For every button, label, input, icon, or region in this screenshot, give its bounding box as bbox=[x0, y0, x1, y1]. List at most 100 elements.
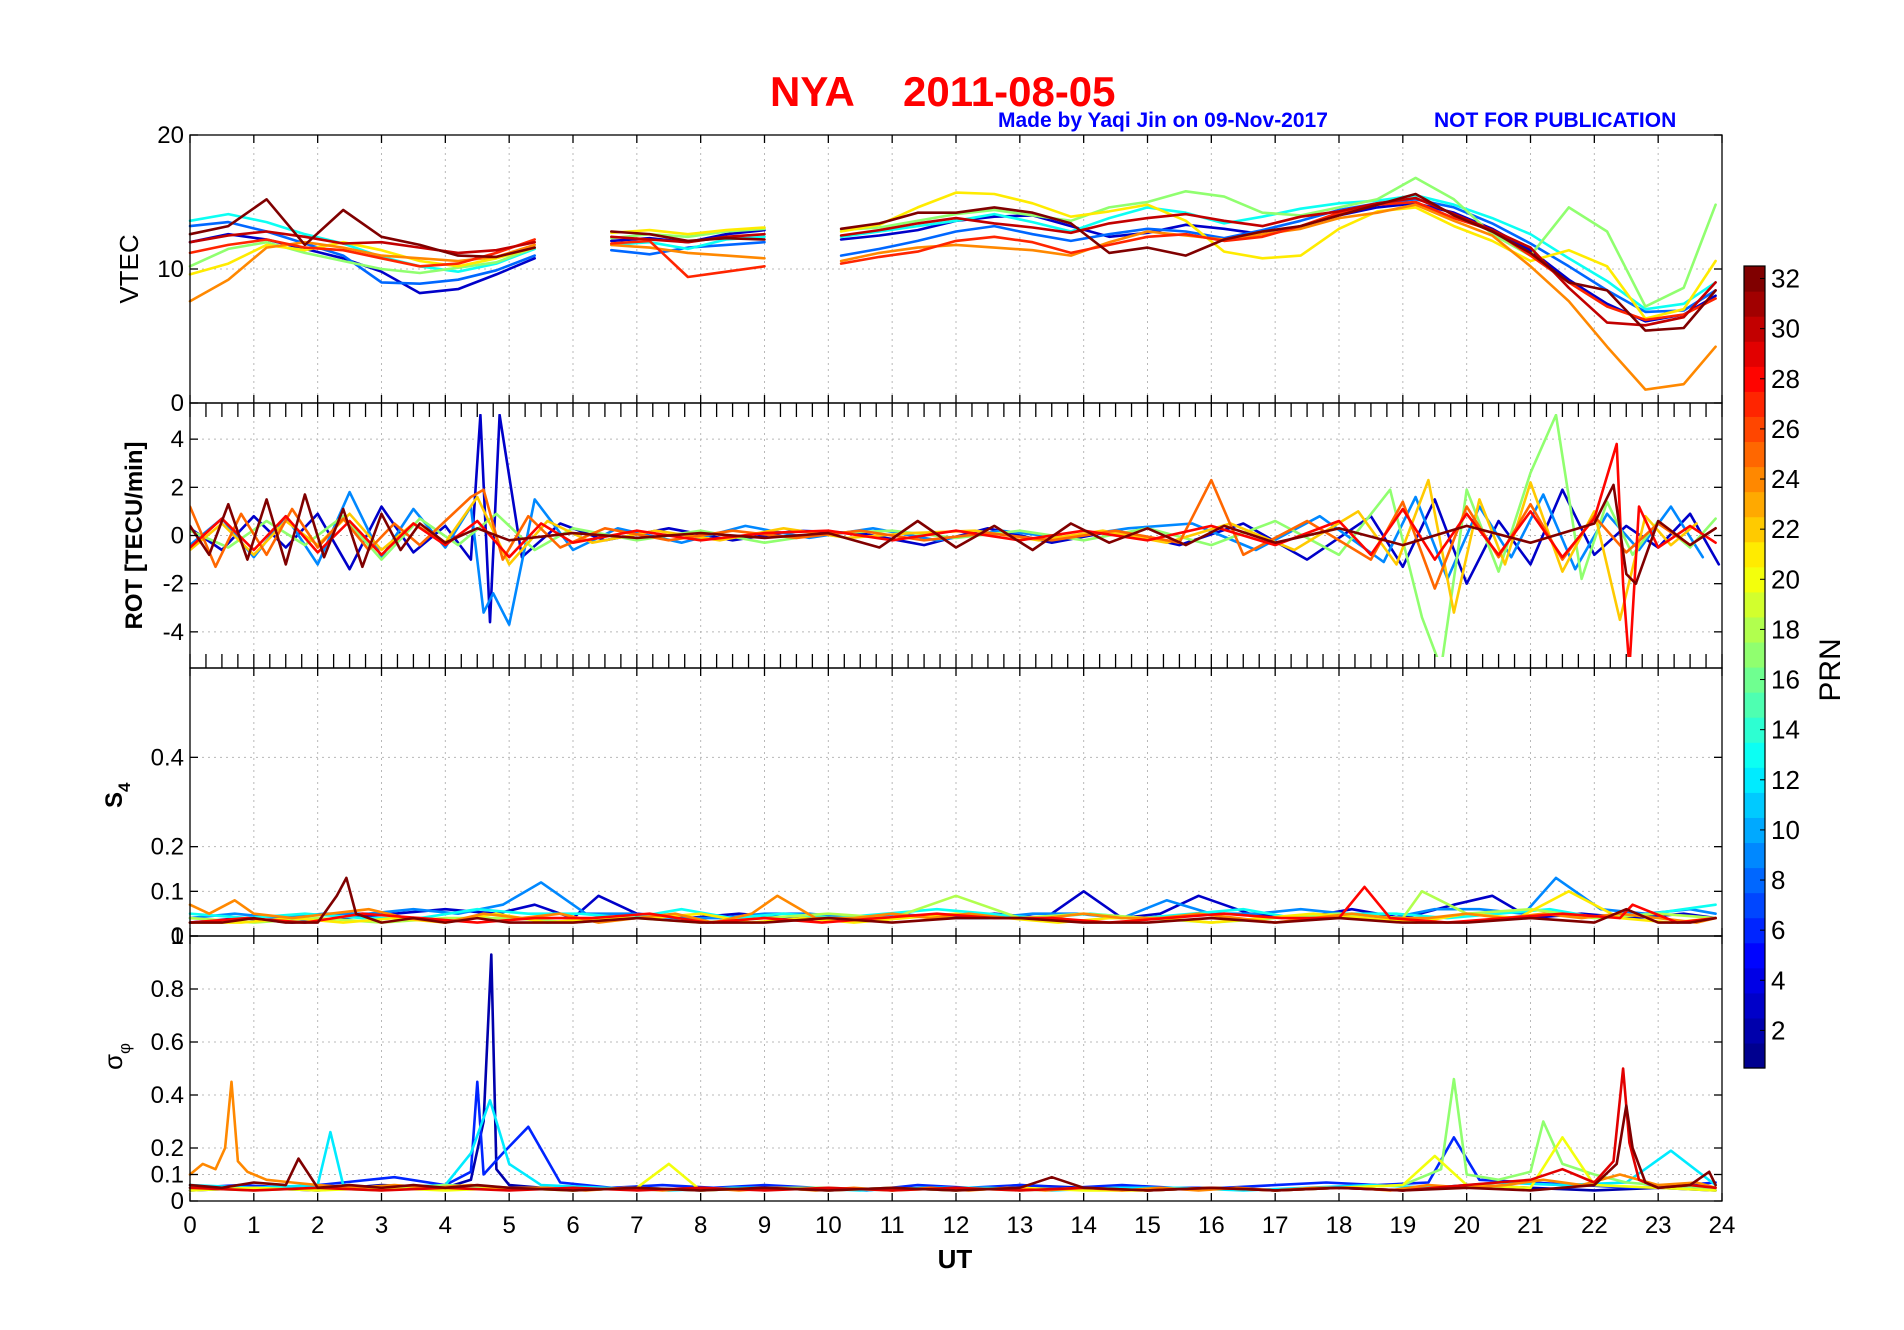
x-tick-label: 8 bbox=[694, 1212, 707, 1239]
colorbar-swatch bbox=[1744, 441, 1765, 468]
x-tick-label: 5 bbox=[502, 1212, 515, 1239]
y-tick-label: 0.4 bbox=[151, 744, 184, 771]
chart-title-date: 2011-08-05 bbox=[903, 68, 1116, 115]
y-tick-label: 4 bbox=[171, 426, 184, 453]
x-tick-label: 19 bbox=[1389, 1212, 1416, 1239]
y-tick-label: 0 bbox=[171, 390, 184, 417]
y-tick-label: 0.8 bbox=[151, 976, 184, 1003]
x-tick-label: 24 bbox=[1709, 1212, 1736, 1239]
chart-figure: NYA 2011-08-05 Made by Yaqi Jin on 09-No… bbox=[98, 68, 1847, 1274]
x-tick-label: 9 bbox=[758, 1212, 771, 1239]
colorbar-tick-label: 14 bbox=[1771, 715, 1800, 745]
chart-title: NYA 2011-08-05 Made by Yaqi Jin on 09-No… bbox=[770, 68, 1676, 132]
colorbar-tick-label: 16 bbox=[1771, 665, 1800, 695]
x-tick-label: 13 bbox=[1006, 1212, 1033, 1239]
series-prn-17 bbox=[188, 1077, 1717, 1192]
chart-notice: NOT FOR PUBLICATION bbox=[1434, 109, 1676, 132]
chart-title-station: NYA bbox=[770, 68, 855, 115]
chart-panels: 01020VTEC-4-2024ROT [TECU/min]00.10.20.4… bbox=[98, 122, 1723, 1215]
series-group bbox=[188, 876, 1717, 924]
colorbar-label: PRN bbox=[1814, 638, 1847, 701]
x-tick-label: 7 bbox=[630, 1212, 643, 1239]
y-axis-label: S4 bbox=[101, 782, 134, 808]
colorbar-tick-label: 12 bbox=[1771, 765, 1800, 795]
series-group bbox=[188, 953, 1717, 1192]
colorbar-swatch bbox=[1744, 942, 1765, 969]
colorbar: PRN 2468101214161820222426283032 bbox=[1743, 264, 1847, 1069]
series-prn-29 bbox=[188, 1067, 1717, 1192]
colorbar-swatch bbox=[1744, 541, 1765, 568]
colorbar-tick-label: 28 bbox=[1771, 364, 1800, 394]
x-tick-label: 1 bbox=[247, 1212, 260, 1239]
y-tick-label: 0.1 bbox=[151, 1162, 184, 1189]
x-tick-label: 20 bbox=[1453, 1212, 1480, 1239]
y-axis-label: σφ bbox=[98, 1043, 134, 1070]
x-tick-label: 21 bbox=[1517, 1212, 1544, 1239]
colorbar-tick-label: 22 bbox=[1771, 514, 1800, 544]
x-tick-label: 6 bbox=[566, 1212, 579, 1239]
x-tick-label: 22 bbox=[1581, 1212, 1608, 1239]
colorbar-swatch bbox=[1744, 692, 1765, 718]
colorbar-tick-label: 20 bbox=[1771, 564, 1800, 594]
y-tick-label: 0.2 bbox=[151, 834, 184, 861]
series-group bbox=[190, 414, 1721, 657]
series-group bbox=[188, 176, 1717, 391]
panel-2: -4 -2 0 2 4 ROT [TECU/min] bbox=[121, 402, 1723, 669]
colorbar-swatch bbox=[1744, 992, 1765, 1019]
y-tick-label: -2 bbox=[163, 571, 184, 598]
x-tick-label: 11 bbox=[880, 1212, 905, 1239]
x-tick-label: 16 bbox=[1198, 1212, 1225, 1239]
x-tick-label: 0 bbox=[183, 1212, 196, 1239]
y-tick-label: 0.2 bbox=[151, 1135, 184, 1162]
y-tick-label: 0 bbox=[171, 523, 184, 550]
colorbar-tick-label: 8 bbox=[1771, 865, 1785, 895]
series-prn-2 bbox=[188, 953, 1717, 1192]
panel-1: 0 10 20 VTEC bbox=[114, 122, 1723, 417]
x-axis: UT 0 1 2 3 4 5 6 7 8 9 10 11 12 13 14 15 16 17 18 19 20 21 22 2… bbox=[183, 1212, 1735, 1274]
colorbar-tick-label: 2 bbox=[1771, 1015, 1785, 1045]
y-tick-label: 2 bbox=[171, 474, 184, 501]
colorbar-swatch bbox=[1744, 591, 1765, 618]
colorbar-tick-label: 24 bbox=[1771, 464, 1800, 494]
y-tick-label: 20 bbox=[157, 122, 184, 149]
colorbar-swatch bbox=[1744, 1042, 1765, 1069]
colorbar-swatch bbox=[1744, 742, 1765, 768]
colorbar-tick-label: 18 bbox=[1771, 614, 1800, 644]
colorbar-tick-label: 6 bbox=[1771, 915, 1785, 945]
colorbar-tick-label: 32 bbox=[1771, 264, 1800, 294]
colorbar-tick-label: 30 bbox=[1771, 314, 1800, 344]
x-tick-label: 3 bbox=[375, 1212, 388, 1239]
panel-4: 00.10.2 0.4 0.6 0.8 1 σφ bbox=[98, 923, 1723, 1215]
colorbar-swatch bbox=[1744, 291, 1765, 317]
x-tick-label: 12 bbox=[943, 1212, 970, 1239]
colorbar-swatch bbox=[1744, 641, 1765, 668]
colorbar-swatch bbox=[1744, 842, 1765, 869]
chart-credit: Made by Yaqi Jin on 09-Nov-2017 bbox=[998, 109, 1328, 132]
colorbar-swatch bbox=[1744, 341, 1765, 367]
series-prn-32 bbox=[190, 483, 1717, 585]
x-tick-label: 15 bbox=[1134, 1212, 1161, 1239]
colorbar-tick-label: 4 bbox=[1771, 965, 1785, 995]
y-tick-label: 0 bbox=[171, 1188, 184, 1215]
y-tick-label: 0.4 bbox=[151, 1082, 184, 1109]
y-axis-label: VTEC bbox=[114, 234, 144, 303]
x-tick-label: 4 bbox=[439, 1212, 452, 1239]
x-tick-label: 17 bbox=[1262, 1212, 1289, 1239]
series-prn-25 bbox=[190, 478, 1717, 590]
x-tick-label: 2 bbox=[311, 1212, 324, 1239]
x-axis-label: UT bbox=[938, 1244, 973, 1274]
colorbar-swatch bbox=[1744, 491, 1765, 518]
colorbar-swatch bbox=[1744, 892, 1765, 919]
y-tick-label: 10 bbox=[157, 256, 184, 283]
y-axis-label: ROT [TECU/min] bbox=[121, 442, 148, 630]
y-tick-label: 0.1 bbox=[151, 878, 184, 905]
y-tick-label: 1 bbox=[171, 923, 184, 950]
y-axis-label-subscript: 4 bbox=[115, 782, 134, 792]
grid-lines bbox=[190, 936, 1722, 1201]
y-tick-label: -4 bbox=[163, 619, 184, 646]
x-tick-label: 23 bbox=[1645, 1212, 1672, 1239]
x-tick-label: 14 bbox=[1070, 1212, 1097, 1239]
colorbar-swatch bbox=[1744, 792, 1765, 818]
x-tick-label: 18 bbox=[1326, 1212, 1353, 1239]
colorbar-swatch bbox=[1744, 391, 1765, 417]
